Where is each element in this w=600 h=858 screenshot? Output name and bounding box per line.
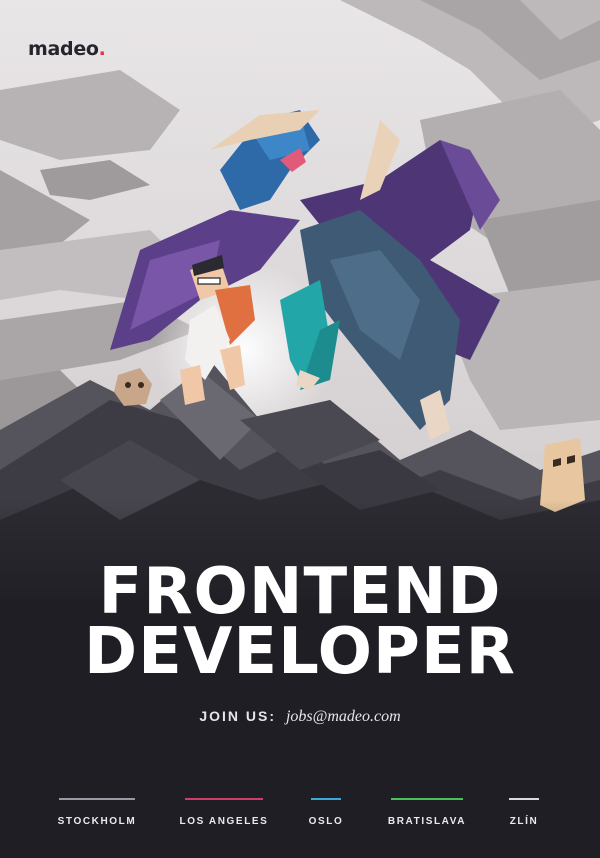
city-name: OSLO — [308, 816, 344, 827]
logo-text: madeo — [28, 38, 99, 60]
join-us-row: JOIN US: jobs@madeo.com — [0, 708, 600, 726]
join-us-label: JOIN US: — [199, 708, 277, 724]
city-bar — [311, 798, 341, 800]
city-zlin: ZLÍN — [502, 798, 546, 827]
city-bar — [509, 798, 539, 800]
madeo-logo[interactable]: madeo. — [28, 38, 106, 60]
city-stockholm: STOCKHOLM — [52, 798, 142, 827]
city-oslo: OSLO — [306, 798, 346, 827]
city-bar — [59, 798, 135, 800]
city-bratislava: BRATISLAVA — [382, 798, 472, 827]
logo-dot: . — [98, 38, 106, 60]
city-name: ZLÍN — [509, 816, 539, 827]
city-name: STOCKHOLM — [57, 816, 137, 827]
city-los-angeles: LOS ANGELES — [176, 798, 272, 827]
job-poster: madeo. FRONTEND DEVELOPER JOIN US: jobs@… — [0, 0, 600, 858]
city-name: LOS ANGELES — [179, 816, 269, 827]
office-cities: STOCKHOLM LOS ANGELES OSLO BRATISLAVA ZL… — [0, 798, 600, 838]
headline-line-2: DEVELOPER — [84, 615, 516, 689]
city-bar — [185, 798, 263, 800]
city-bar — [391, 798, 463, 800]
email-link[interactable]: jobs@madeo.com — [286, 708, 401, 725]
dragon-battle-illustration — [0, 0, 600, 858]
city-name: BRATISLAVA — [387, 816, 467, 827]
